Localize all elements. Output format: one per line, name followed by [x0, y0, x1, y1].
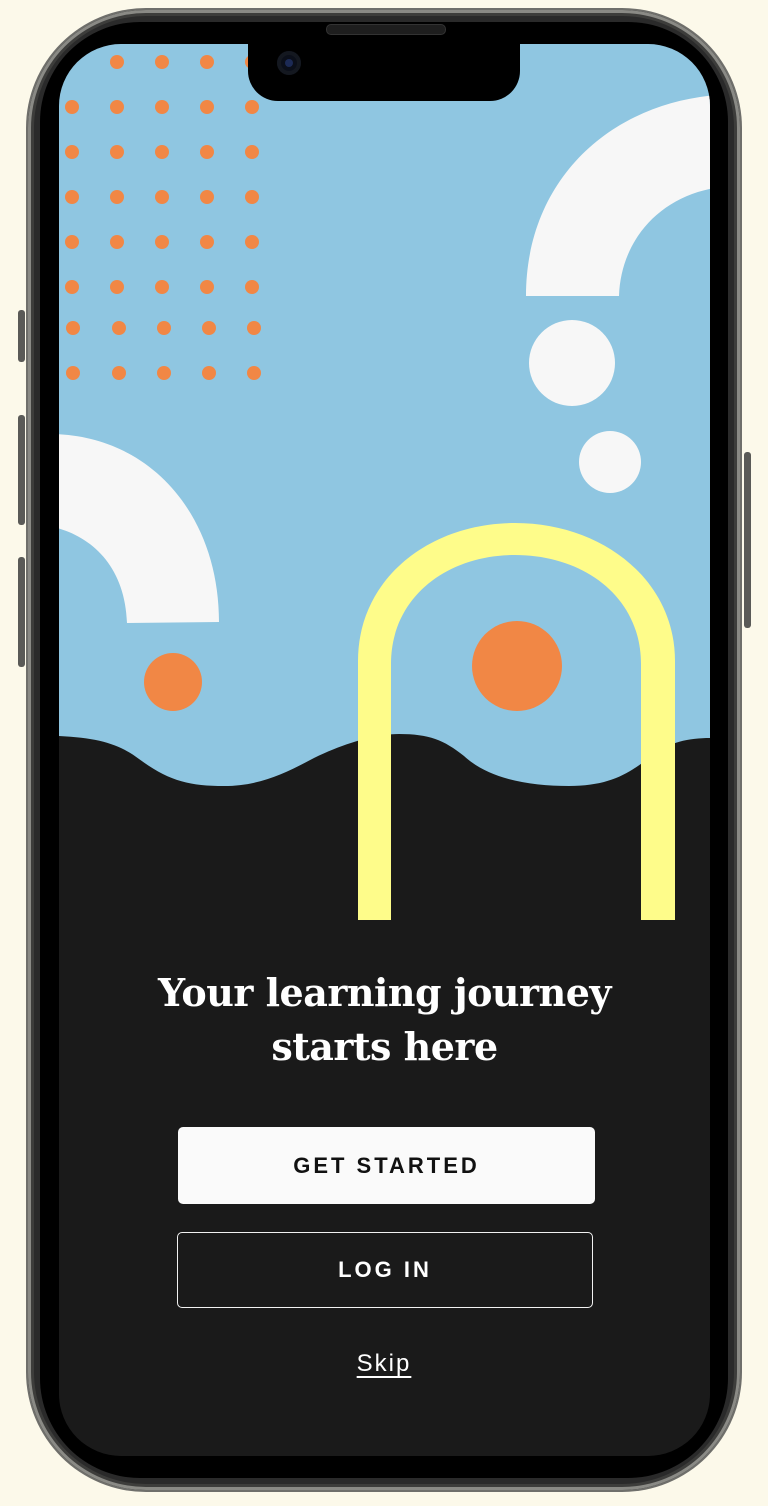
- silent-switch: [18, 310, 25, 362]
- skip-link[interactable]: Skip: [334, 1350, 434, 1378]
- white-circle-small: [579, 431, 641, 493]
- get-started-button[interactable]: GET STARTED: [178, 1127, 595, 1204]
- hero-illustration: [59, 44, 710, 924]
- headline: Your learning journey starts here: [59, 966, 710, 1074]
- volume-up-button: [18, 415, 25, 525]
- headline-line-2: starts here: [271, 1024, 498, 1069]
- white-circle-large: [529, 320, 615, 406]
- power-button: [744, 452, 751, 628]
- earpiece-speaker: [326, 24, 446, 35]
- orange-circle-center: [472, 621, 562, 711]
- volume-down-button: [18, 557, 25, 667]
- headline-line-1: Your learning journey: [158, 970, 611, 1015]
- front-camera: [277, 51, 301, 75]
- orange-circle-left: [144, 653, 202, 711]
- log-in-button[interactable]: LOG IN: [177, 1232, 593, 1308]
